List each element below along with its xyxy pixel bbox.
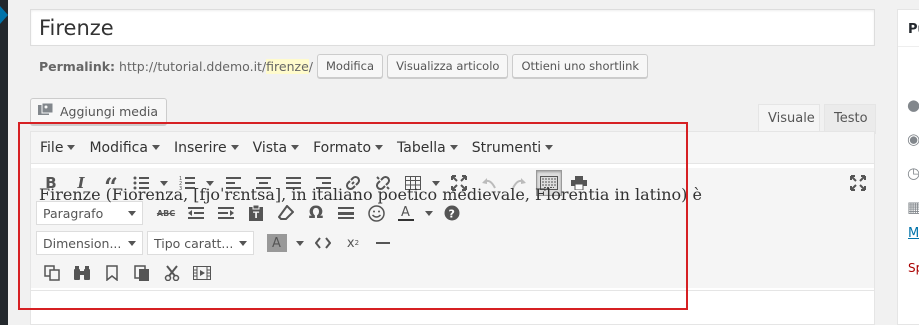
- post-title-input[interactable]: Firenze: [30, 9, 875, 46]
- tab-visual[interactable]: Visuale: [758, 104, 820, 134]
- move-to-trash-link[interactable]: Sp: [908, 261, 919, 275]
- calendar-icon: ▦: [907, 198, 919, 216]
- highlight-annotation-box: [18, 122, 688, 310]
- permalink-slug[interactable]: firenze: [266, 58, 309, 74]
- history-icon: ◷: [907, 164, 919, 182]
- metabox-divider: [898, 46, 919, 47]
- distraction-free-icon[interactable]: [845, 170, 871, 196]
- pin-icon: ●: [907, 96, 919, 114]
- eye-icon: ◉: [907, 130, 919, 148]
- edit-permalink-button[interactable]: Modifica: [316, 54, 384, 78]
- publish-metabox-title: Pu: [908, 22, 919, 37]
- add-media-label: Aggiungi media: [60, 104, 159, 119]
- get-shortlink-button[interactable]: Ottieni uno shortlink: [512, 54, 649, 78]
- edit-date-link[interactable]: M: [908, 226, 919, 241]
- media-icon: [37, 102, 55, 121]
- permalink-row: Permalink: http://tutorial.ddemo.it/fire…: [39, 54, 649, 78]
- permalink-slash: /: [308, 58, 313, 74]
- permalink-label: Permalink:: [39, 58, 116, 74]
- add-media-button[interactable]: Aggiungi media: [30, 98, 168, 125]
- view-post-button[interactable]: Visualizza articolo: [387, 54, 509, 78]
- publish-metabox: Pu ● ◉ ◷ ▦ M Sp: [897, 9, 919, 325]
- current-menu-arrow-icon: [0, 6, 8, 24]
- tab-text[interactable]: Testo: [824, 104, 876, 134]
- permalink-base: http://tutorial.ddemo.it/: [119, 58, 267, 74]
- admin-sidebar: [0, 0, 8, 325]
